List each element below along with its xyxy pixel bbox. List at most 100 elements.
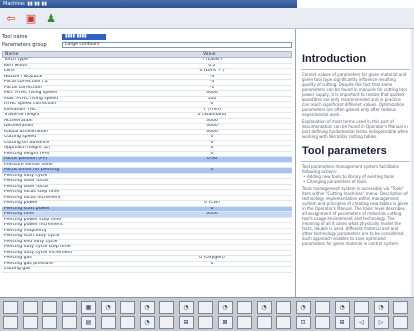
param-name: Focal correction / Z	[4, 80, 49, 84]
param-value[interactable]: 0	[182, 262, 242, 267]
param-name: Piercing time	[4, 212, 35, 216]
param-name: Piercing gas pressure	[4, 261, 54, 266]
tool-name-label: Tool name	[2, 34, 28, 40]
function-button[interactable]	[42, 301, 57, 314]
tool-icon[interactable]: ♟	[44, 12, 58, 25]
param-name: Radial acceleration	[4, 129, 48, 134]
function-button[interactable]: ◔	[100, 301, 116, 314]
function-button[interactable]: ▦	[81, 301, 96, 314]
param-value[interactable]: ? (Laser)	[182, 58, 242, 63]
function-button[interactable]: ◔	[217, 301, 233, 314]
param-name: Focus position (FP)	[4, 157, 48, 161]
function-button[interactable]: ◔	[256, 301, 272, 314]
grid-col-name: Name	[5, 52, 19, 57]
param-value[interactable]: 0	[182, 102, 242, 107]
intro-text: Correct values of parameters for given m…	[302, 72, 407, 117]
param-name: Piercing duty cycle	[4, 173, 48, 178]
param-name: Piercing frequency	[4, 228, 47, 233]
function-button[interactable]	[159, 316, 174, 329]
function-button[interactable]	[22, 301, 38, 314]
function-button[interactable]	[237, 316, 252, 329]
function-button[interactable]: ◔	[139, 301, 155, 314]
function-button[interactable]	[42, 316, 57, 329]
param-name: ATHC speed correction	[4, 102, 57, 106]
function-button[interactable]	[120, 301, 135, 314]
param-value[interactable]: 0.06	[182, 157, 242, 162]
function-button[interactable]: ▷	[373, 316, 389, 329]
tool-name-input[interactable]: ▮▮▮▮ ▮▮▮▮	[62, 34, 106, 40]
function-button[interactable]	[61, 301, 77, 314]
param-value[interactable]: -4	[182, 75, 242, 80]
grid-col-value: Value	[203, 52, 216, 57]
param-value[interactable]: 0	[182, 152, 242, 157]
param-group-label: Parameters group	[2, 42, 47, 48]
param-name: Max. ATHC rising speed	[4, 96, 59, 101]
function-button[interactable]	[315, 316, 330, 329]
param-name: Piercing start duty cycle	[4, 234, 60, 238]
function-button[interactable]	[237, 301, 252, 314]
param-value[interactable]: 100	[182, 97, 242, 102]
intro-text-2: Explanation of most terms used in this p…	[302, 119, 409, 139]
function-button[interactable]	[276, 316, 291, 329]
save-icon[interactable]: ▣	[24, 12, 38, 25]
function-button[interactable]	[256, 316, 272, 329]
param-value[interactable]: 0	[182, 135, 242, 140]
param-value[interactable]: -1	[182, 86, 242, 91]
param-value[interactable]: 0 (Lens 7")	[182, 69, 242, 74]
param-value[interactable]: 3000	[182, 91, 242, 96]
param-name: Piercing laser focus	[4, 184, 49, 189]
function-button[interactable]: ◔	[178, 301, 194, 314]
function-button[interactable]: ◁	[354, 316, 369, 329]
param-value[interactable]: 0	[182, 168, 242, 173]
function-button[interactable]	[100, 316, 116, 329]
function-button[interactable]	[120, 316, 135, 329]
param-value[interactable]: 0 (Oxygen)	[182, 256, 242, 261]
param-value[interactable]: 3000	[182, 124, 242, 129]
function-button[interactable]	[315, 301, 330, 314]
bullet-item: Changing parameters of tools	[297, 179, 414, 184]
function-button[interactable]	[198, 301, 213, 314]
param-value[interactable]: 3000	[182, 212, 242, 217]
param-value[interactable]: 0	[182, 141, 242, 146]
function-button[interactable]: ◔	[139, 316, 155, 329]
function-button[interactable]	[393, 301, 408, 314]
param-value[interactable]: 0	[182, 146, 242, 151]
param-value[interactable]: -3	[182, 80, 242, 85]
function-button[interactable]	[159, 301, 174, 314]
function-button[interactable]	[198, 316, 213, 329]
param-name: Piercing start power	[4, 206, 51, 211]
function-button[interactable]	[354, 301, 369, 314]
function-button[interactable]: ⊠	[217, 316, 233, 329]
function-button[interactable]	[3, 316, 18, 329]
param-name: Piercing gas	[4, 256, 32, 260]
param-name: Piercing focus increment	[4, 195, 61, 200]
function-button[interactable]	[276, 301, 291, 314]
param-name: Traverse height	[4, 113, 40, 117]
function-button[interactable]: ◔	[295, 301, 311, 314]
param-name: Deceleration	[4, 124, 34, 128]
param-group-select[interactable]: Large contours	[62, 42, 292, 48]
param-value[interactable]: 3000	[182, 119, 242, 124]
function-button[interactable]	[22, 316, 38, 329]
table-row[interactable]: Cutting gas	[2, 267, 292, 273]
function-button[interactable]: ◔	[373, 301, 389, 314]
function-button[interactable]: ⊡	[295, 316, 311, 329]
param-name: Pressure sensor level	[4, 162, 53, 167]
function-button[interactable]	[3, 301, 18, 314]
back-arrow-icon[interactable]: ⇦	[4, 12, 18, 25]
function-button[interactable]: ▤	[81, 316, 96, 329]
param-value[interactable]: 3000	[182, 130, 242, 135]
function-button[interactable]: ⊞	[178, 316, 194, 329]
tool-params-text-2: Tools management system is accessible vi…	[302, 186, 409, 246]
param-value[interactable]: 0 (CW)	[182, 201, 242, 206]
function-button[interactable]: ⊞	[334, 316, 350, 329]
param-value[interactable]: 7 (Thin)	[182, 108, 242, 113]
divider	[301, 161, 410, 162]
param-name: Cutting gas	[4, 267, 31, 271]
param-value[interactable]: 0	[182, 207, 242, 212]
function-button[interactable]: ◔	[334, 301, 350, 314]
function-button[interactable]	[393, 316, 408, 329]
function-button[interactable]	[61, 316, 77, 329]
param-value[interactable]: 0.2	[182, 64, 242, 69]
param-value[interactable]: 0 (Standard)	[182, 113, 242, 118]
